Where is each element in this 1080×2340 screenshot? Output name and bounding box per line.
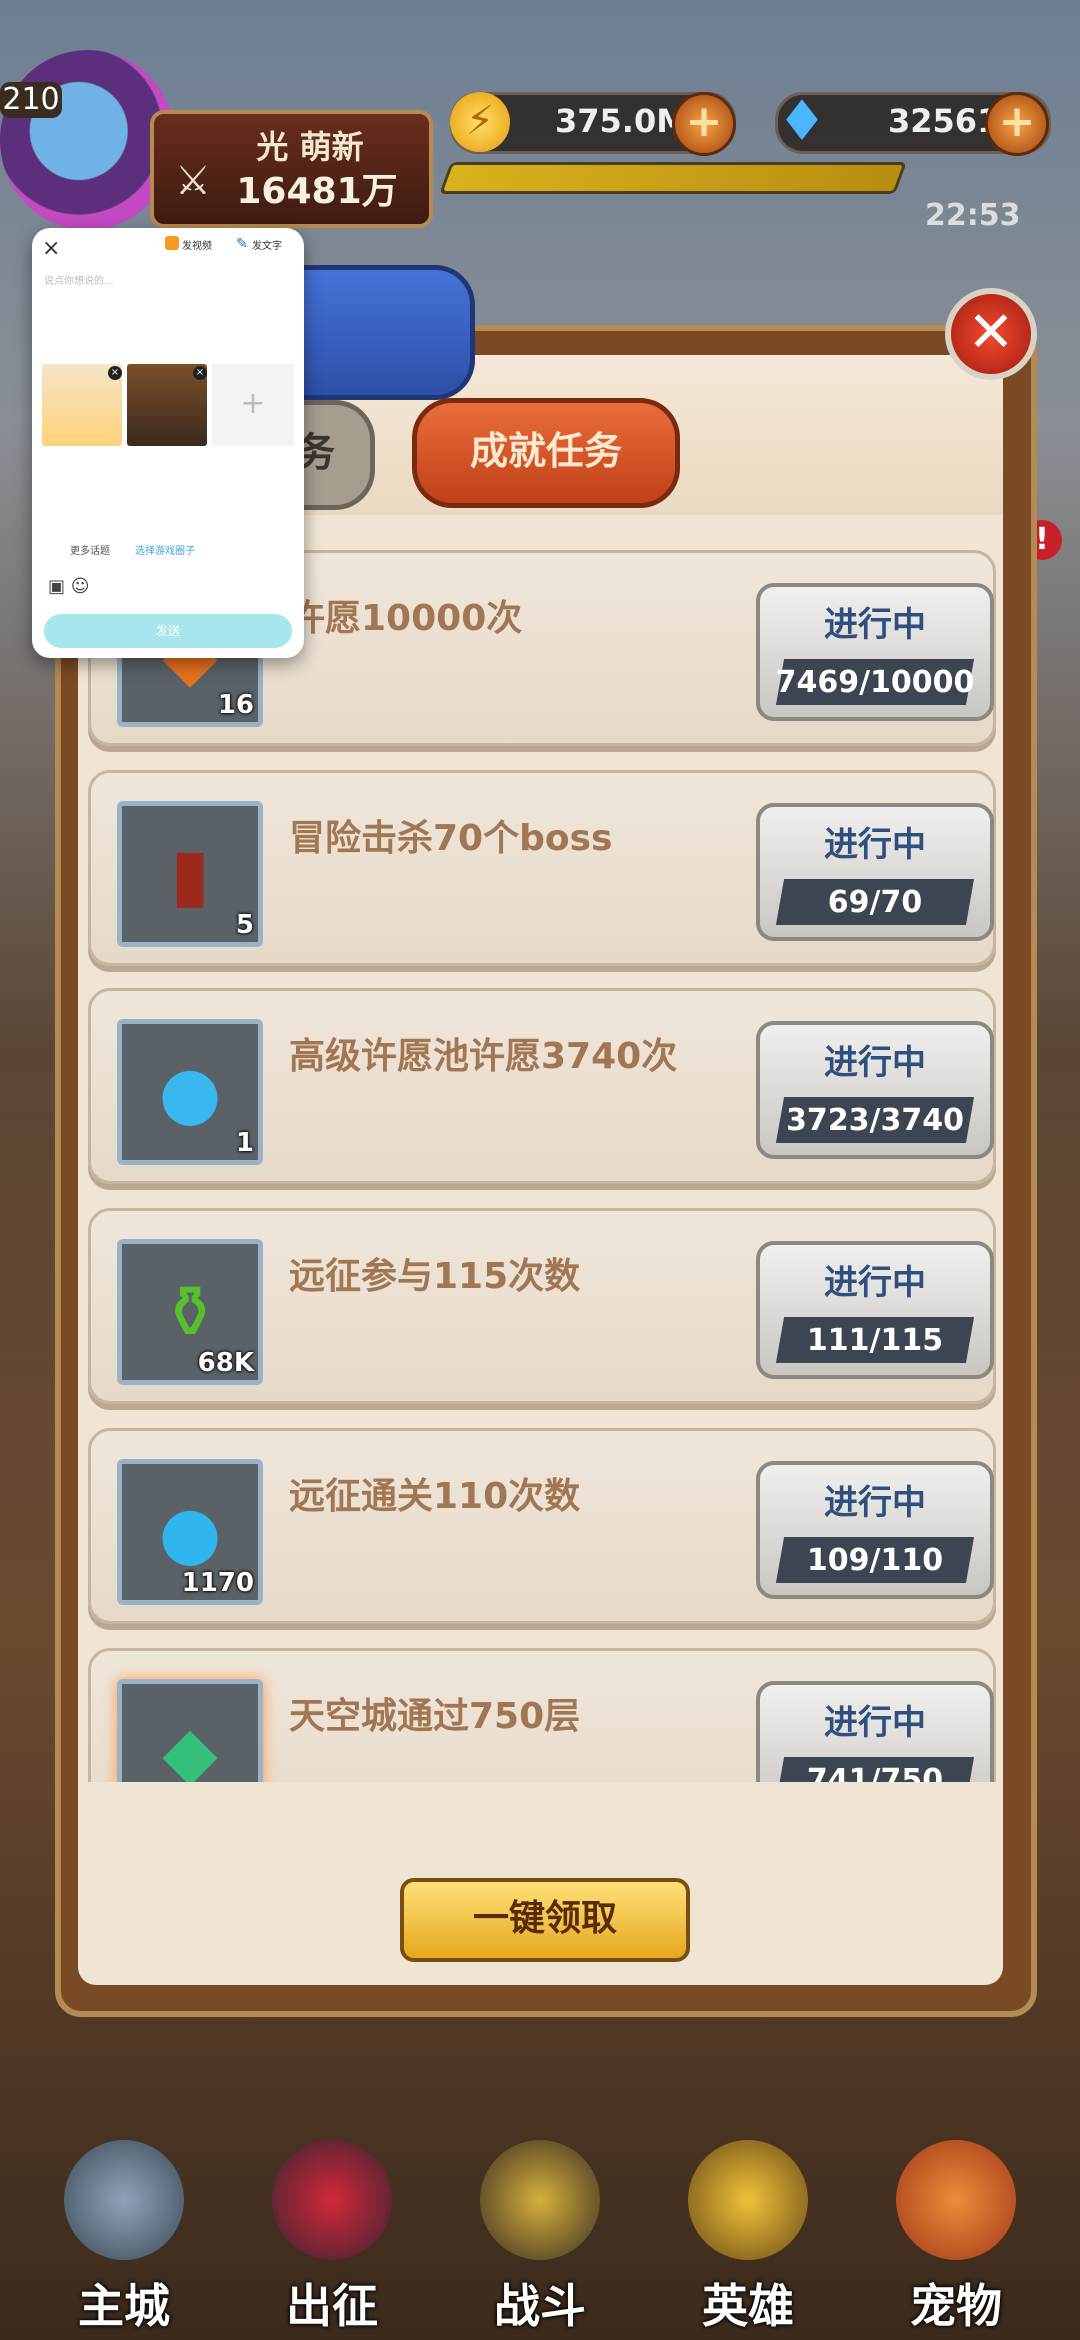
dragon-pet-icon [896,2140,1016,2260]
chat-input[interactable]: 说点你想说的... [44,272,114,287]
nav-label: 出征 [286,2279,378,2333]
status-label: 进行中 [824,825,926,865]
player-level: 210 [0,82,62,118]
add-gold-button[interactable]: + [672,92,736,156]
item-count: 5 [235,910,254,940]
task-row: ▮ 5 冒险击杀70个boss 进行中 69/70 [88,770,996,966]
chat-close-button[interactable]: × [42,236,60,261]
add-attachment-button[interactable]: + [212,364,294,446]
chat-text-tab[interactable]: 发文字 [252,237,282,252]
task-status-button[interactable]: 进行中 3723/3740 [756,1021,994,1159]
nav-pets[interactable]: 宠物 [848,2120,1064,2340]
xp-bar [439,162,907,194]
task-title: 许愿10000次 [289,598,523,639]
player-avatar[interactable] [0,50,175,230]
nav-heroes[interactable]: 英雄 [640,2120,856,2340]
task-title: 高级许愿池许愿3740次 [289,1036,678,1077]
choose-circle-link[interactable]: 选择游戏圈子 [135,542,195,557]
progress-text: 7469/10000 [775,665,975,700]
task-list[interactable]: ◆ 16 许愿10000次 进行中 7469/10000 ▮ 5 冒险击杀70个… [85,520,997,1782]
task-title: 天空城通过750层 [289,1696,581,1737]
chat-send-button[interactable]: 发送 [44,614,292,648]
task-title: 远征参与115次数 [289,1256,581,1297]
nav-label: 英雄 [702,2279,794,2333]
hero-crest-icon [688,2140,808,2260]
blue-sphere-icon: ● 1170 [117,1459,263,1605]
status-label: 进行中 [824,1703,926,1743]
nav-label: 宠物 [910,2279,1002,2333]
image-emoji-tools[interactable]: ▣ ☺ [48,576,90,597]
status-label: 进行中 [824,605,926,645]
progress-text: 3723/3740 [786,1103,964,1138]
task-status-button[interactable]: 进行中 741/750 [756,1681,994,1782]
green-ore-icon: ◆ [117,1679,263,1782]
item-count: 1 [235,1128,254,1158]
task-row: ● 1 高级许愿池许愿3740次 进行中 3723/3740 [88,988,996,1184]
status-label: 进行中 [824,1263,926,1303]
red-book-icon: ▮ 5 [117,801,263,947]
clock: 22:53 [925,198,1021,233]
tower-icon [64,2140,184,2260]
status-label: 进行中 [824,1043,926,1083]
tab-achievement-label: 成就任务 [469,429,622,473]
pen-icon: ✎ [236,236,248,252]
swords-icon: ⚔ [175,158,211,204]
player-power: 16481万 [236,171,398,212]
add-gems-button[interactable]: + [985,92,1049,156]
chat-video-tab[interactable]: 发视频 [182,237,212,252]
gold-coin-icon: ⚡ [450,92,510,152]
chat-topic-label: 更多话题 [70,546,110,557]
green-potion-icon: ⚱ 68K [117,1239,263,1385]
task-title: 远征通关110次数 [289,1476,581,1517]
remove-attachment-icon[interactable]: × [108,366,122,380]
progress-text: 111/115 [806,1323,944,1358]
blue-orb-creature-icon: ● 1 [117,1019,263,1165]
claim-all-button[interactable]: 一键领取 [400,1878,690,1962]
task-row: ⚱ 68K 远征参与115次数 进行中 111/115 [88,1208,996,1404]
nav-label: 战斗 [494,2279,586,2333]
diamond-icon: ♦ [776,89,828,154]
task-status-button[interactable]: 进行中 111/115 [756,1241,994,1379]
tab-achievement-tasks[interactable]: 成就任务 [412,398,680,508]
close-button[interactable]: ✕ [945,288,1037,380]
nav-expedition[interactable]: 出征 [224,2120,440,2340]
progress-text: 741/750 [806,1763,944,1782]
item-count: 1170 [181,1568,254,1598]
task-row: ● 1170 远征通关110次数 进行中 109/110 [88,1428,996,1624]
task-status-button[interactable]: 进行中 69/70 [756,803,994,941]
status-label: 进行中 [824,1483,926,1523]
task-title: 冒险击杀70个boss [289,818,613,859]
battle-shield-icon [480,2140,600,2260]
task-status-button[interactable]: 进行中 7469/10000 [756,583,994,721]
video-icon [165,236,179,250]
task-row: ◆ 天空城通过750层 进行中 741/750 [88,1648,996,1782]
task-status-button[interactable]: 进行中 109/110 [756,1461,994,1599]
gold-value: 375.0M [555,102,689,140]
nav-main-city[interactable]: 主城 [16,2120,232,2340]
nav-battle[interactable]: 战斗 [432,2120,648,2340]
item-count: 68K [197,1348,254,1378]
item-count: 16 [217,690,254,720]
progress-text: 69/70 [827,885,923,920]
remove-attachment-icon[interactable]: × [193,366,207,380]
expedition-icon [272,2140,392,2260]
gem-value: 32561 [888,102,1000,140]
nav-label: 主城 [78,2279,170,2333]
progress-text: 109/110 [806,1543,944,1578]
